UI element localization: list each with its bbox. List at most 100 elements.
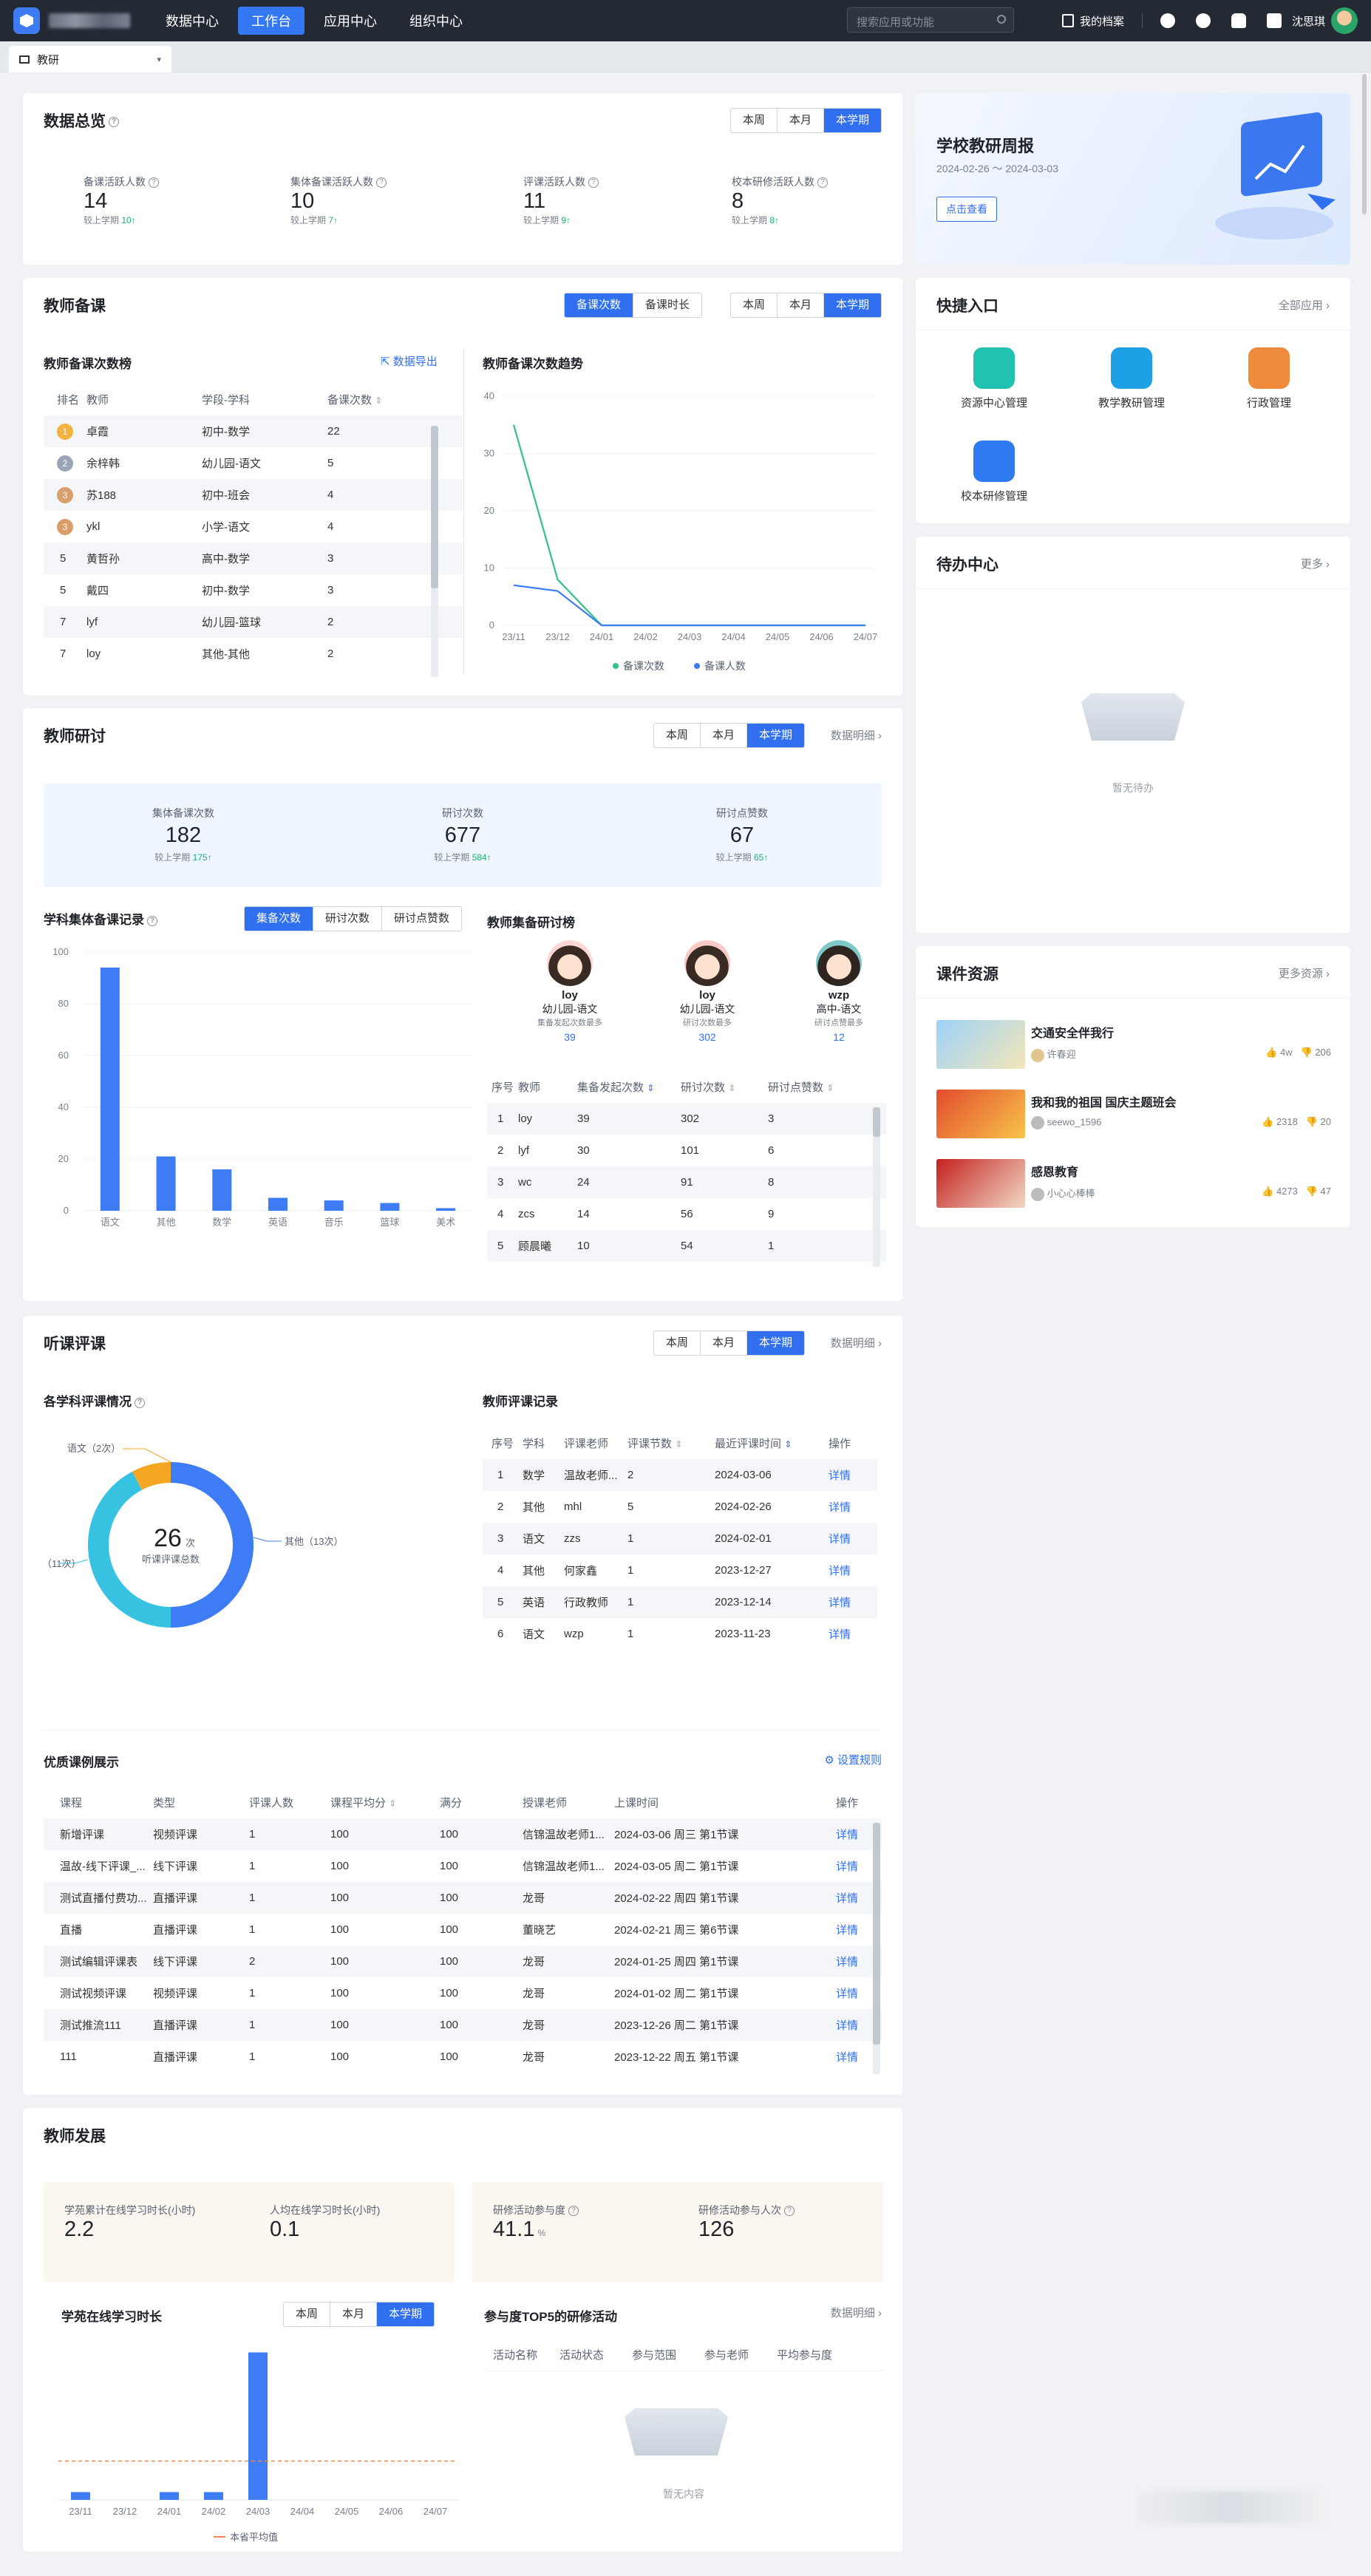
period-week[interactable]: 本周 — [284, 2303, 331, 2326]
question-icon[interactable]: ? — [588, 177, 599, 188]
question-icon[interactable]: ? — [135, 1397, 145, 1408]
cell-time: 2024-02-22 周四 第1节课 — [614, 1882, 836, 1914]
chevron-right-icon: › — [878, 730, 882, 742]
username[interactable]: 沈思琪 — [1292, 13, 1325, 29]
thumbs-up-icon[interactable]: 👍 — [1265, 1047, 1277, 1058]
period-month[interactable]: 本月 — [700, 1331, 747, 1355]
prep-trend-chart: 0 10 20 30 40 23/11 23/12 24/01 24/02 24/03 24/04 2… — [484, 390, 878, 672]
donut-unit: 次 — [186, 1537, 195, 1549]
app-logo[interactable] — [13, 7, 40, 34]
th-discussion-count[interactable]: 研讨次数 ⇕ — [681, 1070, 768, 1103]
period-month[interactable]: 本月 — [777, 109, 824, 132]
question-icon[interactable]: ? — [568, 2206, 579, 2217]
tab-research[interactable]: 教研 ▾ — [9, 46, 171, 72]
teacher-value: 12 — [833, 1031, 845, 1043]
teacher-desc: 研讨次数最多 — [683, 1019, 732, 1027]
fine-table-scrollbar[interactable] — [873, 1823, 880, 2074]
metric-prep-duration[interactable]: 备课时长 — [633, 293, 702, 317]
bell-icon[interactable] — [1231, 13, 1246, 28]
period-week[interactable]: 本周 — [653, 724, 701, 747]
metric-group-prep[interactable]: 集备次数 — [245, 907, 314, 931]
nav-app-center[interactable]: 应用中心 — [310, 7, 390, 35]
period-month[interactable]: 本月 — [777, 293, 824, 317]
period-week[interactable]: 本周 — [653, 1331, 701, 1355]
top-teacher-card[interactable]: loy 幼儿园-语文 集备发起次数最多 39 — [525, 940, 614, 1043]
top-teacher-card[interactable]: wzp 高中-语文 研讨点赞最多 12 — [795, 940, 883, 1043]
research-table-scrollbar[interactable] — [873, 1107, 880, 1267]
question-icon[interactable]: ? — [109, 117, 119, 128]
period-semester[interactable]: 本学期 — [823, 293, 881, 317]
detail-link[interactable]: 详情 — [829, 1523, 877, 1554]
nav-org-center[interactable]: 组织中心 — [396, 7, 476, 35]
weekly-view-button[interactable]: 点击查看 — [936, 197, 997, 222]
period-semester[interactable]: 本学期 — [746, 724, 804, 747]
scrollbar-thumb[interactable] — [873, 1823, 880, 2045]
period-semester[interactable]: 本学期 — [377, 2303, 435, 2326]
dev-detail-link[interactable]: 数据明细 › — [831, 2305, 882, 2320]
th-latest-eval[interactable]: 最近评课时间 ⇕ — [715, 1427, 829, 1459]
avatar[interactable] — [1331, 7, 1358, 34]
todo-more-link[interactable]: 更多 › — [1301, 556, 1330, 571]
period-month[interactable]: 本月 — [700, 724, 747, 747]
y-tick-label: 10 — [484, 563, 494, 574]
th-eval-lessons[interactable]: 评课节数 ⇕ — [627, 1427, 715, 1459]
th-prep-count[interactable]: 备课次数 ⇕ — [327, 383, 463, 415]
question-icon[interactable]: ? — [376, 177, 387, 188]
thumbs-down-icon[interactable]: 👎 — [1306, 1186, 1318, 1197]
detail-link[interactable]: 详情 — [829, 1459, 877, 1491]
period-semester[interactable]: 本学期 — [746, 1331, 804, 1355]
th-avg-participation: 平均参与度 — [777, 2349, 833, 2362]
question-icon[interactable]: ? — [817, 177, 828, 188]
th-prep-initiated[interactable]: 集备发起次数 ⇕ — [577, 1070, 681, 1103]
table-row: 直播 直播评课 1 100 100 董晓艺 2024-02-21 周三 第6节课 详情 — [44, 1914, 882, 1945]
th-avg-score[interactable]: 课程平均分 ⇕ — [330, 1786, 440, 1818]
my-archive-link[interactable]: 我的档案 — [1080, 13, 1124, 29]
th-discussion-likes[interactable]: 研讨点赞数 ⇕ — [768, 1070, 886, 1103]
prep-table-scrollbar[interactable] — [431, 426, 438, 677]
period-week[interactable]: 本周 — [730, 109, 778, 132]
period-week[interactable]: 本周 — [730, 293, 778, 317]
thumbs-down-icon[interactable]: 👎 — [1306, 1116, 1318, 1127]
thumbs-up-icon[interactable]: 👍 — [1262, 1116, 1273, 1127]
detail-link[interactable]: 详情 — [829, 1491, 877, 1523]
all-apps-link[interactable]: 全部应用 › — [1279, 297, 1330, 313]
question-icon[interactable]: ? — [149, 177, 159, 188]
nav-workbench[interactable]: 工作台 — [238, 7, 305, 35]
nav-data-center[interactable]: 数据中心 — [152, 7, 232, 35]
courseware-thumbnail — [936, 1159, 1025, 1208]
table-row: 2 其他 mhl 5 2024-02-26 详情 — [483, 1491, 877, 1523]
metric-discussion-likes[interactable]: 研讨点赞数 — [382, 907, 462, 931]
more-resources-link[interactable]: 更多资源 › — [1279, 965, 1330, 981]
detail-link[interactable]: 详情 — [829, 1618, 877, 1650]
period-semester[interactable]: 本学期 — [823, 109, 881, 132]
stat-label: 集体备课活跃人数 — [290, 176, 373, 188]
export-data-link[interactable]: ⇱ 数据导出 — [381, 353, 438, 369]
metric-prep-count[interactable]: 备课次数 — [565, 293, 634, 317]
search-input[interactable]: 搜索应用或功能 — [847, 7, 1014, 33]
cell-index: 4 — [497, 1208, 504, 1220]
thumbs-up-icon[interactable]: 👍 — [1262, 1186, 1273, 1197]
prep-metric-selector: 备课次数 备课时长 — [564, 293, 703, 318]
metric-discussion[interactable]: 研讨次数 — [313, 907, 383, 931]
thumbs-down-icon[interactable]: 👎 — [1300, 1047, 1312, 1058]
cell-date: 2024-02-01 — [715, 1523, 829, 1554]
research-detail-link[interactable]: 数据明细 › — [831, 727, 882, 743]
page-scrollbar[interactable] — [1362, 74, 1367, 214]
scrollbar-thumb[interactable] — [431, 426, 438, 588]
listen-detail-link[interactable]: 数据明细 › — [831, 1335, 882, 1350]
message-icon[interactable] — [1266, 13, 1282, 28]
detail-link[interactable]: 详情 — [829, 1586, 877, 1618]
question-icon[interactable]: ? — [147, 915, 157, 926]
help-icon[interactable] — [1160, 13, 1175, 28]
cell-eval-count: 1 — [249, 1882, 330, 1914]
top-teacher-card[interactable]: loy 幼儿园-语文 研讨次数最多 302 — [663, 940, 752, 1043]
scrollbar-thumb[interactable] — [873, 1107, 880, 1137]
th-discussion-likes-label: 研讨点赞数 — [768, 1081, 824, 1094]
set-rule-link[interactable]: ⚙ 设置规则 — [824, 1752, 882, 1767]
settings-icon[interactable] — [1195, 13, 1211, 28]
period-month[interactable]: 本月 — [330, 2303, 378, 2326]
table-row: 4 zcs 14 56 9 — [487, 1198, 886, 1230]
chevron-down-icon[interactable]: ▾ — [157, 55, 161, 64]
question-icon[interactable]: ? — [784, 2206, 795, 2217]
detail-link[interactable]: 详情 — [829, 1554, 877, 1586]
